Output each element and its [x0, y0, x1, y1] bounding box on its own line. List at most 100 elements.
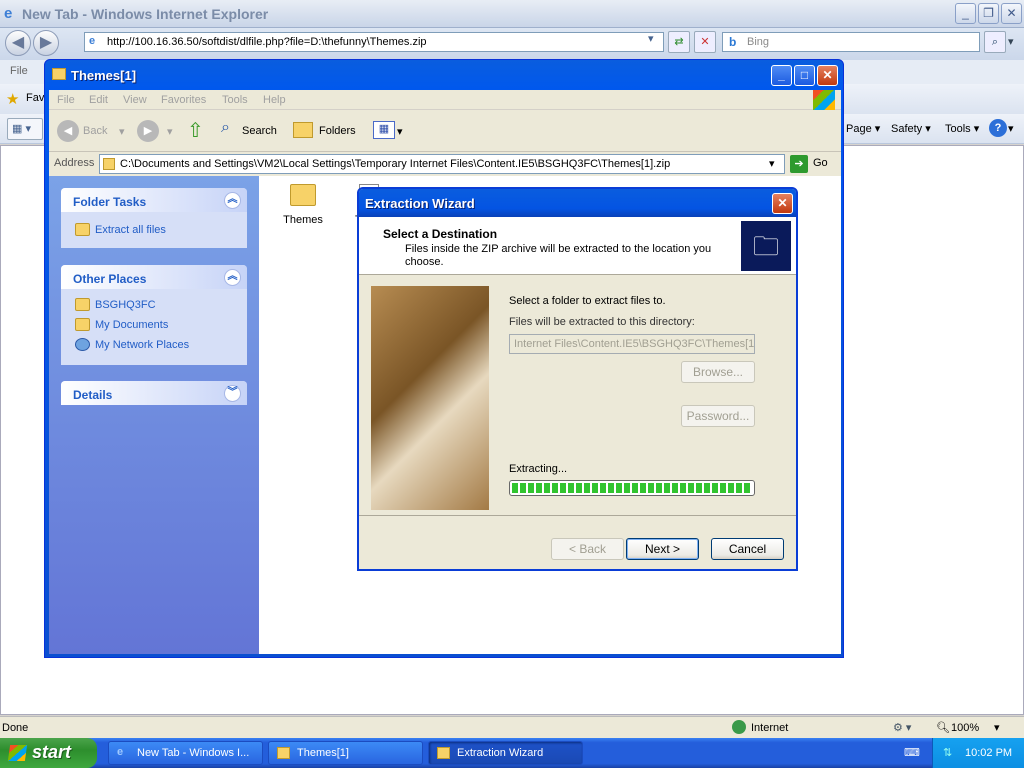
views-dropdown-icon[interactable]: ▾ [397, 125, 403, 138]
file-name: Themes [283, 214, 323, 226]
password-button[interactable]: Password... [681, 405, 755, 427]
explorer-minimize-button[interactable]: _ [771, 65, 792, 86]
explorer-title-bar[interactable]: Themes[1] _ □ ✕ [45, 60, 843, 90]
zone-text: Internet [751, 722, 789, 734]
help-dropdown-icon[interactable]: ▾ [1008, 122, 1014, 135]
place-label: My Documents [95, 319, 169, 331]
other-places-header[interactable]: Other Places ︽ [61, 265, 247, 289]
destination-field[interactable]: Internet Files\Content.IE5\BSGHQ3FC\Them… [509, 334, 755, 354]
wizard-folders-icon: 🗀 [741, 221, 791, 271]
back-arrow-icon[interactable]: ◀ [57, 120, 79, 142]
browse-button[interactable]: Browse... [681, 361, 755, 383]
ie-window-title: New Tab - Windows Internet Explorer [22, 6, 269, 22]
menu-favorites[interactable]: Favorites [161, 94, 206, 106]
safety-menu[interactable]: Safety ▾ [891, 122, 931, 135]
up-folder-icon[interactable]: ⇧ [187, 118, 204, 143]
minimize-button[interactable]: _ [955, 3, 976, 24]
keyboard-icon[interactable]: ⌨ [904, 746, 920, 759]
zip-folder-icon [52, 68, 66, 80]
address-input[interactable]: C:\Documents and Settings\VM2\Local Sett… [99, 154, 785, 174]
other-places-title: Other Places [73, 272, 147, 286]
menu-view[interactable]: View [123, 94, 147, 106]
task-themes[interactable]: Themes[1] [268, 741, 423, 765]
start-button[interactable]: start [0, 738, 97, 768]
back-button[interactable]: < Back [551, 538, 624, 560]
windows-flag-icon [813, 90, 835, 110]
quick-tabs-icon[interactable]: ▦ ▾ [7, 118, 43, 140]
restore-button[interactable]: ❐ [978, 3, 999, 24]
url-input[interactable]: e http://100.16.36.50/softdist/dlfile.ph… [84, 32, 664, 52]
explorer-toolbar: ◀ Back ▾ ▶ ▾ ⇧ ⌕ Search Folders ▦ ▾ [49, 110, 841, 152]
task-label: Themes[1] [297, 747, 349, 759]
ie-status-bar: Done Internet ⚙ ▾ 🔍︎ 100% ▾ [0, 716, 1024, 738]
place-label: BSGHQ3FC [95, 299, 156, 311]
back-dropdown-icon[interactable]: ▾ [119, 125, 125, 138]
zoom-level[interactable]: 100% [951, 722, 979, 734]
folders-icon[interactable] [293, 122, 313, 138]
menu-file[interactable]: File [10, 65, 28, 77]
place-my-documents[interactable]: My Documents [61, 315, 247, 335]
views-icon[interactable]: ▦ [373, 121, 395, 139]
task-extraction-wizard[interactable]: Extraction Wizard [428, 741, 583, 765]
extract-all-files-label: Extract all files [95, 224, 166, 236]
stop-icon[interactable]: ✕ [694, 31, 716, 53]
folder-tasks-panel: Folder Tasks ︽ Extract all files [61, 188, 247, 248]
go-arrow-icon[interactable]: ➔ [790, 155, 808, 173]
folder-tasks-header[interactable]: Folder Tasks ︽ [61, 188, 247, 212]
expand-chevron-icon[interactable]: ︾ [224, 385, 241, 402]
collapse-chevron-icon[interactable]: ︽ [224, 269, 241, 286]
address-dropdown-icon[interactable]: ▾ [769, 157, 775, 170]
wizard-close-button[interactable]: ✕ [772, 193, 793, 214]
wizard-title-bar[interactable]: Extraction Wizard ✕ [359, 189, 796, 217]
forward-dropdown-icon[interactable]: ▾ [167, 125, 173, 138]
windows-logo-icon [7, 745, 28, 761]
refresh-icon[interactable]: ⇄ [668, 31, 690, 53]
extract-all-files-link[interactable]: Extract all files [61, 220, 247, 240]
ie-back-button[interactable]: ◀ [5, 30, 31, 56]
place-bsghq3fc[interactable]: BSGHQ3FC [61, 295, 247, 315]
file-item-themes[interactable]: Themes [279, 184, 327, 226]
favorites-label[interactable]: Fav [26, 92, 44, 104]
task-label: New Tab - Windows I... [137, 747, 250, 759]
menu-file[interactable]: File [57, 94, 75, 106]
forward-arrow-icon[interactable]: ▶ [137, 120, 159, 142]
bing-icon: b [729, 35, 737, 49]
search-button[interactable]: Search [242, 125, 277, 137]
folder-icon [75, 298, 90, 311]
favorites-star-icon[interactable]: ★ [6, 90, 19, 108]
ie-forward-button[interactable]: ▶ [33, 30, 59, 56]
task-new-tab[interactable]: e New Tab - Windows I... [108, 741, 263, 765]
search-icon[interactable]: ⌕ [221, 119, 230, 137]
explorer-maximize-button[interactable]: □ [794, 65, 815, 86]
menu-tools[interactable]: Tools [222, 94, 248, 106]
start-label: start [32, 742, 72, 762]
zoom-dropdown-icon[interactable]: ▾ [994, 721, 1000, 734]
go-button[interactable]: Go [813, 157, 828, 169]
tools-menu[interactable]: Tools ▾ [945, 122, 979, 135]
page-icon: e [89, 35, 96, 47]
explorer-task-pane: Folder Tasks ︽ Extract all files Other Pl… [49, 176, 259, 654]
back-button[interactable]: Back [83, 125, 107, 137]
protected-mode-icon[interactable]: ⚙ ▾ [893, 721, 911, 734]
help-icon[interactable]: ? [989, 119, 1007, 137]
collapse-chevron-icon[interactable]: ︽ [224, 192, 241, 209]
network-places-icon [75, 338, 90, 351]
menu-help[interactable]: Help [263, 94, 286, 106]
folders-button[interactable]: Folders [319, 125, 356, 137]
close-button[interactable]: ✕ [1001, 3, 1022, 24]
details-header[interactable]: Details ︾ [61, 381, 247, 405]
search-input[interactable]: b Bing [722, 32, 980, 52]
place-my-network-places[interactable]: My Network Places [61, 335, 247, 355]
search-icon[interactable]: ⌕ [984, 31, 1006, 53]
page-menu[interactable]: Page ▾ [846, 122, 880, 135]
search-options-icon[interactable]: ▾ [1008, 35, 1014, 48]
menu-edit[interactable]: Edit [89, 94, 108, 106]
url-dropdown-icon[interactable]: ▾ [648, 32, 662, 52]
ie-logo-icon: e [4, 5, 13, 22]
url-text: http://100.16.36.50/softdist/dlfile.php?… [107, 36, 427, 48]
explorer-close-button[interactable]: ✕ [817, 65, 838, 86]
explorer-address-bar: Address C:\Documents and Settings\VM2\Lo… [49, 152, 841, 176]
network-icon[interactable]: ⇅ [943, 746, 952, 759]
next-button[interactable]: Next > [626, 538, 699, 560]
cancel-button[interactable]: Cancel [711, 538, 784, 560]
